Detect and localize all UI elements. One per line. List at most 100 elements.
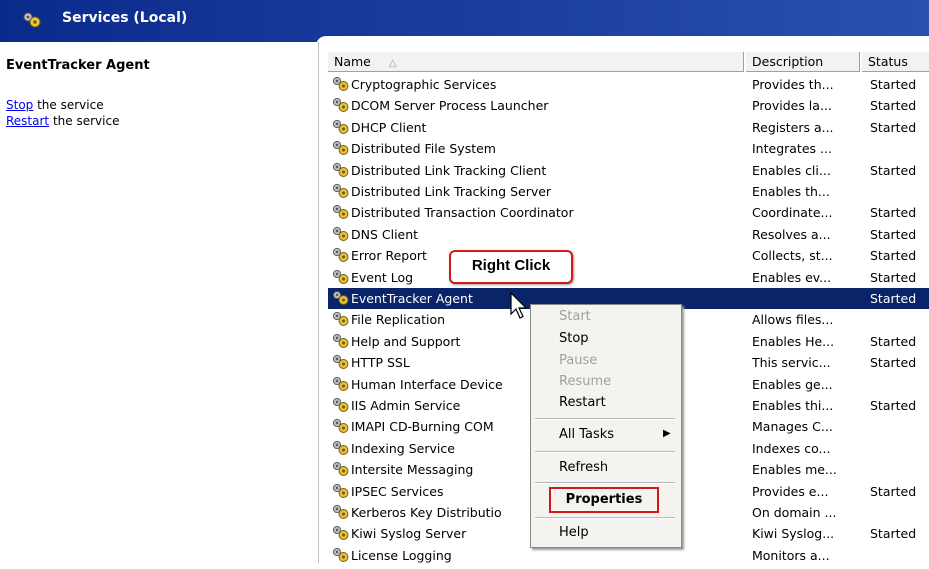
service-description: Manages C... (752, 419, 833, 435)
service-row[interactable]: DCOM Server Process Launcher Provides la.… (328, 95, 929, 116)
service-row[interactable]: Distributed Link Tracking Client Enables … (328, 160, 929, 181)
service-description: Enables th... (752, 184, 830, 199)
menu-item-restart[interactable]: Restart (559, 395, 606, 410)
service-description: Indexes co... (752, 440, 831, 456)
service-status: Started (870, 291, 917, 306)
service-status: Started (870, 77, 917, 92)
service-name: DNS Client (351, 226, 419, 242)
service-name: Distributed Transaction Coordinator (351, 205, 574, 221)
service-name-cell: DCOM Server Process Launcher (332, 95, 742, 119)
service-status: Started (870, 483, 917, 499)
service-name: DCOM Server Process Launcher (351, 98, 549, 114)
services-gear-icon (22, 11, 42, 33)
menu-separator (535, 418, 675, 420)
menu-item-stop[interactable]: Stop (559, 331, 589, 346)
service-row[interactable]: Distributed File System Integrates ... (328, 138, 929, 159)
service-status: Started (870, 526, 917, 542)
service-description: Resolves a... (752, 226, 831, 242)
service-description: Allows files... (752, 312, 834, 328)
column-header-name[interactable]: Name △ (328, 52, 744, 72)
service-name: IIS Admin Service (351, 398, 461, 413)
service-description: Enables He... (752, 333, 835, 349)
service-description: Provides th... (752, 77, 834, 92)
service-name: Kerberos Key Distributio (351, 505, 502, 520)
service-description: On domain ... (752, 505, 837, 520)
selected-service-name: EventTracker Agent (6, 58, 150, 73)
service-name-cell: Distributed Link Tracking Server (332, 181, 742, 205)
service-row[interactable]: Event Log Enables ev... Started (328, 267, 929, 288)
menu-separator (535, 482, 675, 484)
menu-item-all-tasks[interactable]: All Tasks (559, 427, 614, 442)
service-name-cell: Distributed File System (332, 138, 742, 162)
service-row[interactable]: Cryptographic Services Provides th... Star… (328, 74, 929, 95)
service-row[interactable]: Error Report Collects, st... Started (328, 245, 929, 266)
service-description: Kiwi Syslog... (752, 526, 835, 542)
service-description: Enables me... (752, 462, 837, 478)
extended-description-pane: EventTracker Agent Stop the service Rest… (0, 42, 319, 563)
service-name: Error Report (351, 248, 427, 264)
service-name-cell: License Logging (332, 545, 742, 569)
stop-service-action: Stop the service (6, 98, 104, 112)
service-description: Enables ev... (752, 269, 832, 285)
menu-item-resume: Resume (559, 374, 612, 389)
service-name-cell: Distributed Transaction Coordinator (332, 202, 742, 226)
service-row[interactable]: Distributed Link Tracking Server Enables … (328, 181, 929, 202)
service-name: DHCP Client (351, 119, 427, 135)
service-description: Registers a... (752, 119, 834, 135)
column-header-description[interactable]: Description (746, 52, 860, 72)
stop-link[interactable]: Stop (6, 98, 33, 112)
service-description: This servic... (752, 355, 831, 371)
service-description: Provides e... (752, 483, 829, 499)
service-status: Started (870, 162, 917, 178)
service-name-cell: Cryptographic Services (332, 74, 742, 98)
menu-item-properties[interactable]: Properties (549, 487, 659, 513)
service-name: IPSEC Services (351, 483, 444, 499)
service-status: Started (870, 119, 917, 135)
service-name: Indexing Service (351, 440, 455, 456)
status-header-label: Status (868, 54, 908, 69)
service-description: Coordinate... (752, 205, 833, 221)
service-status: Started (870, 248, 917, 264)
name-header-label: Name (334, 54, 371, 69)
service-name: Human Interface Device (351, 376, 503, 392)
stop-action-text: the service (33, 98, 104, 112)
menu-item-refresh[interactable]: Refresh (559, 460, 608, 475)
submenu-arrow-icon: ▶ (663, 428, 671, 439)
service-name: HTTP SSL (351, 355, 410, 371)
service-name: Distributed Link Tracking Server (351, 184, 552, 199)
service-status: Started (870, 98, 917, 114)
service-description: Collects, st... (752, 248, 833, 264)
service-row[interactable]: DNS Client Resolves a... Started (328, 224, 929, 245)
service-status: Started (870, 355, 917, 371)
menu-item-help[interactable]: Help (559, 525, 589, 540)
service-name: Distributed Link Tracking Client (351, 162, 547, 178)
service-name: Kiwi Syslog Server (351, 526, 467, 542)
sort-ascending-icon: △ (388, 58, 397, 69)
console-title: Services (Local) (62, 10, 188, 26)
service-name: Cryptographic Services (351, 77, 497, 92)
service-name: License Logging (351, 547, 452, 563)
service-name-cell: DHCP Client (332, 117, 742, 141)
service-name: Intersite Messaging (351, 462, 474, 478)
menu-separator (535, 517, 675, 519)
service-gear-icon (332, 547, 350, 569)
context-menu: Start Stop Pause Resume Restart All Task… (530, 304, 682, 548)
service-name-cell: DNS Client (332, 224, 742, 248)
service-row[interactable]: DHCP Client Registers a... Started (328, 117, 929, 138)
column-header-status[interactable]: Status (862, 52, 929, 72)
menu-item-pause: Pause (559, 353, 598, 368)
service-name: Event Log (351, 269, 414, 285)
service-description: Enables cli... (752, 162, 831, 178)
restart-link[interactable]: Restart (6, 114, 49, 128)
service-description: Enables thi... (752, 398, 834, 413)
service-description: Integrates ... (752, 141, 832, 157)
menu-item-start: Start (559, 309, 591, 324)
mouse-pointer-icon (510, 291, 528, 324)
service-name: File Replication (351, 312, 446, 328)
service-row[interactable]: Distributed Transaction Coordinator Coord… (328, 202, 929, 223)
service-name: Distributed File System (351, 141, 496, 157)
service-status: Started (870, 269, 917, 285)
service-description: Provides la... (752, 98, 832, 114)
pane-curve (316, 36, 929, 46)
service-name: EventTracker Agent (351, 291, 473, 306)
